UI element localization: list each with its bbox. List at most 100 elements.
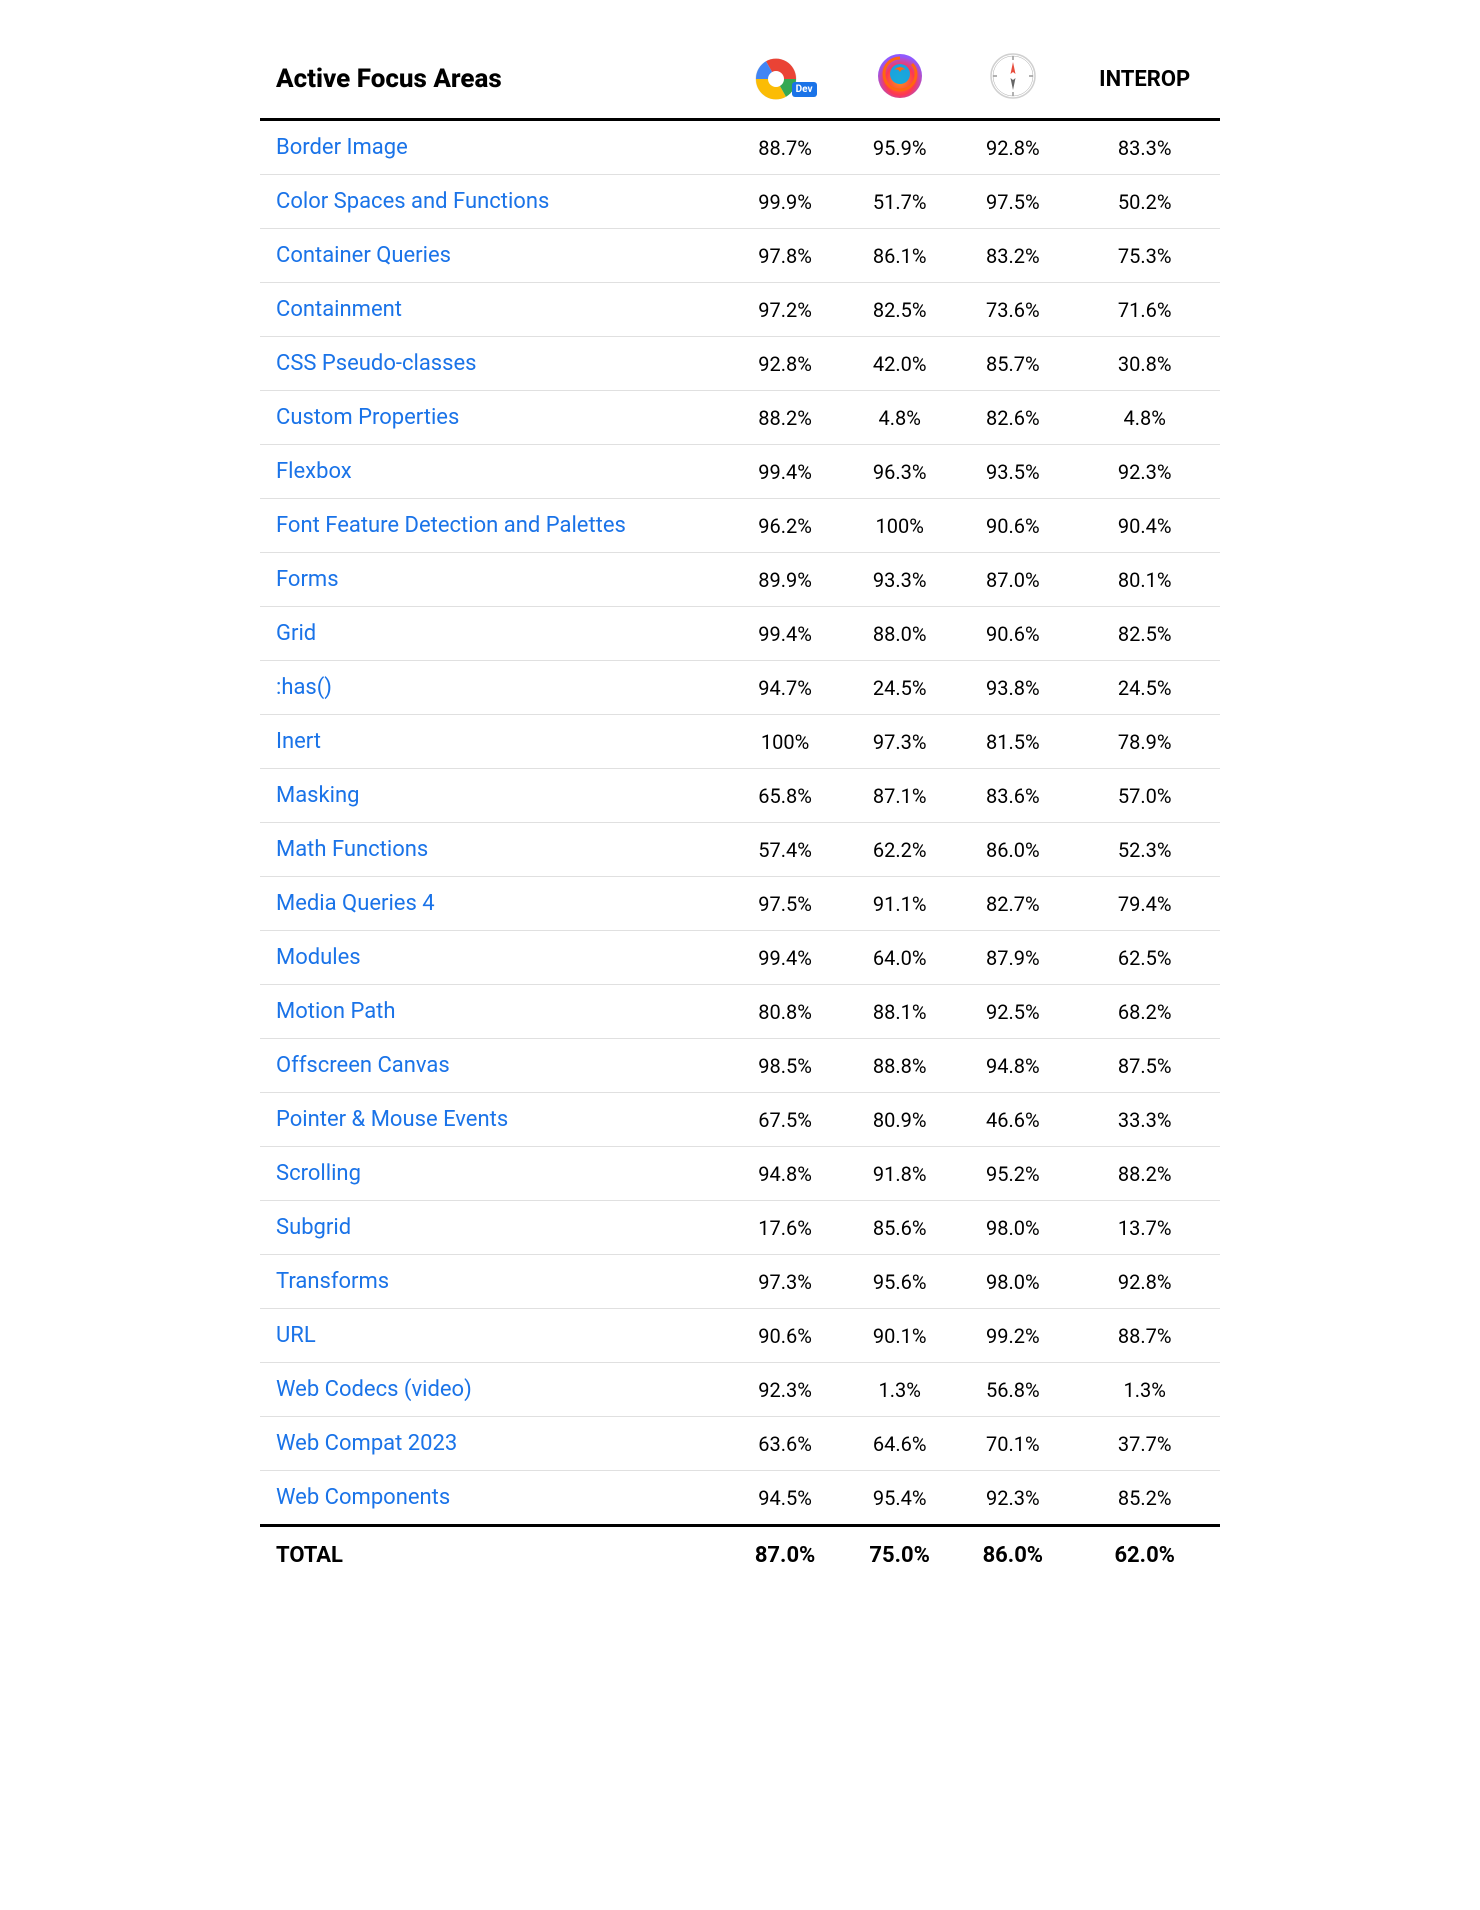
row-name[interactable]: Containment [260, 283, 727, 337]
row-interop: 37.7% [1069, 1417, 1220, 1471]
row-name[interactable]: Media Queries 4 [260, 877, 727, 931]
row-name[interactable]: Motion Path [260, 985, 727, 1039]
row-interop: 50.2% [1069, 175, 1220, 229]
row-name[interactable]: Masking [260, 769, 727, 823]
row-firefox: 62.2% [843, 823, 956, 877]
row-name[interactable]: Forms [260, 553, 727, 607]
row-name[interactable]: Transforms [260, 1255, 727, 1309]
row-interop: 92.3% [1069, 445, 1220, 499]
row-safari: 90.6% [956, 499, 1069, 553]
total-col4: 86.0% [956, 1526, 1069, 1585]
table-row: Transforms97.3%95.6%98.0%92.8% [260, 1255, 1220, 1309]
row-name[interactable]: URL [260, 1309, 727, 1363]
row-firefox: 88.1% [843, 985, 956, 1039]
row-chrome-dev: 97.5% [727, 877, 843, 931]
safari-icon [989, 52, 1037, 100]
row-safari: 73.6% [956, 283, 1069, 337]
row-name[interactable]: Border Image [260, 120, 727, 175]
row-chrome-dev: 94.8% [727, 1147, 843, 1201]
row-safari: 82.7% [956, 877, 1069, 931]
row-firefox: 95.6% [843, 1255, 956, 1309]
row-safari: 92.8% [956, 120, 1069, 175]
row-safari: 70.1% [956, 1417, 1069, 1471]
focus-areas-table: Active Focus Areas Dev [260, 40, 1220, 1584]
row-name[interactable]: Pointer & Mouse Events [260, 1093, 727, 1147]
header-interop: INTEROP [1069, 40, 1220, 120]
row-firefox: 100% [843, 499, 956, 553]
row-chrome-dev: 97.3% [727, 1255, 843, 1309]
row-name[interactable]: Color Spaces and Functions [260, 175, 727, 229]
table-footer: TOTAL 87.0% 75.0% 86.0% 62.0% [260, 1526, 1220, 1585]
row-firefox: 93.3% [843, 553, 956, 607]
row-firefox: 4.8% [843, 391, 956, 445]
row-firefox: 24.5% [843, 661, 956, 715]
row-chrome-dev: 97.8% [727, 229, 843, 283]
row-chrome-dev: 96.2% [727, 499, 843, 553]
row-safari: 90.6% [956, 607, 1069, 661]
row-name[interactable]: Modules [260, 931, 727, 985]
row-chrome-dev: 99.4% [727, 607, 843, 661]
row-name[interactable]: Math Functions [260, 823, 727, 877]
table-row: CSS Pseudo-classes92.8%42.0%85.7%30.8% [260, 337, 1220, 391]
row-chrome-dev: 17.6% [727, 1201, 843, 1255]
row-safari: 82.6% [956, 391, 1069, 445]
row-safari: 85.7% [956, 337, 1069, 391]
row-interop: 88.7% [1069, 1309, 1220, 1363]
row-name[interactable]: Web Codecs (video) [260, 1363, 727, 1417]
row-chrome-dev: 80.8% [727, 985, 843, 1039]
row-name[interactable]: Font Feature Detection and Palettes [260, 499, 727, 553]
table-row: Math Functions57.4%62.2%86.0%52.3% [260, 823, 1220, 877]
row-name[interactable]: Inert [260, 715, 727, 769]
firefox-icon [876, 52, 924, 100]
row-name[interactable]: Subgrid [260, 1201, 727, 1255]
row-interop: 4.8% [1069, 391, 1220, 445]
row-firefox: 1.3% [843, 1363, 956, 1417]
row-name[interactable]: Web Components [260, 1471, 727, 1526]
row-name[interactable]: Grid [260, 607, 727, 661]
row-chrome-dev: 67.5% [727, 1093, 843, 1147]
row-firefox: 96.3% [843, 445, 956, 499]
row-name[interactable]: Offscreen Canvas [260, 1039, 727, 1093]
table-row: Masking65.8%87.1%83.6%57.0% [260, 769, 1220, 823]
chrome-dev-icon [754, 57, 798, 101]
row-name[interactable]: Scrolling [260, 1147, 727, 1201]
table-row: Inert100%97.3%81.5%78.9% [260, 715, 1220, 769]
row-firefox: 86.1% [843, 229, 956, 283]
row-name[interactable]: Flexbox [260, 445, 727, 499]
row-interop: 75.3% [1069, 229, 1220, 283]
row-chrome-dev: 99.4% [727, 445, 843, 499]
row-interop: 52.3% [1069, 823, 1220, 877]
row-firefox: 90.1% [843, 1309, 956, 1363]
header-chrome-dev: Dev [727, 40, 843, 120]
table-row: Flexbox99.4%96.3%93.5%92.3% [260, 445, 1220, 499]
row-interop: 57.0% [1069, 769, 1220, 823]
row-firefox: 80.9% [843, 1093, 956, 1147]
table-header-row: Active Focus Areas Dev [260, 40, 1220, 120]
row-firefox: 95.4% [843, 1471, 956, 1526]
row-firefox: 88.8% [843, 1039, 956, 1093]
row-name[interactable]: :has() [260, 661, 727, 715]
row-interop: 71.6% [1069, 283, 1220, 337]
table-row: Font Feature Detection and Palettes96.2%… [260, 499, 1220, 553]
row-chrome-dev: 94.5% [727, 1471, 843, 1526]
table-row: Web Compat 202363.6%64.6%70.1%37.7% [260, 1417, 1220, 1471]
table-row: Grid99.4%88.0%90.6%82.5% [260, 607, 1220, 661]
row-firefox: 51.7% [843, 175, 956, 229]
row-name[interactable]: CSS Pseudo-classes [260, 337, 727, 391]
table-row: Scrolling94.8%91.8%95.2%88.2% [260, 1147, 1220, 1201]
table-row: Media Queries 497.5%91.1%82.7%79.4% [260, 877, 1220, 931]
row-interop: 68.2% [1069, 985, 1220, 1039]
dev-badge: Dev [792, 82, 817, 97]
row-safari: 95.2% [956, 1147, 1069, 1201]
row-name[interactable]: Custom Properties [260, 391, 727, 445]
header-focus-areas: Active Focus Areas [260, 40, 727, 120]
row-firefox: 88.0% [843, 607, 956, 661]
row-chrome-dev: 65.8% [727, 769, 843, 823]
row-safari: 93.8% [956, 661, 1069, 715]
row-interop: 83.3% [1069, 120, 1220, 175]
total-col5: 62.0% [1069, 1526, 1220, 1585]
row-firefox: 42.0% [843, 337, 956, 391]
row-name[interactable]: Web Compat 2023 [260, 1417, 727, 1471]
row-name[interactable]: Container Queries [260, 229, 727, 283]
table-body: Border Image88.7%95.9%92.8%83.3%Color Sp… [260, 120, 1220, 1526]
